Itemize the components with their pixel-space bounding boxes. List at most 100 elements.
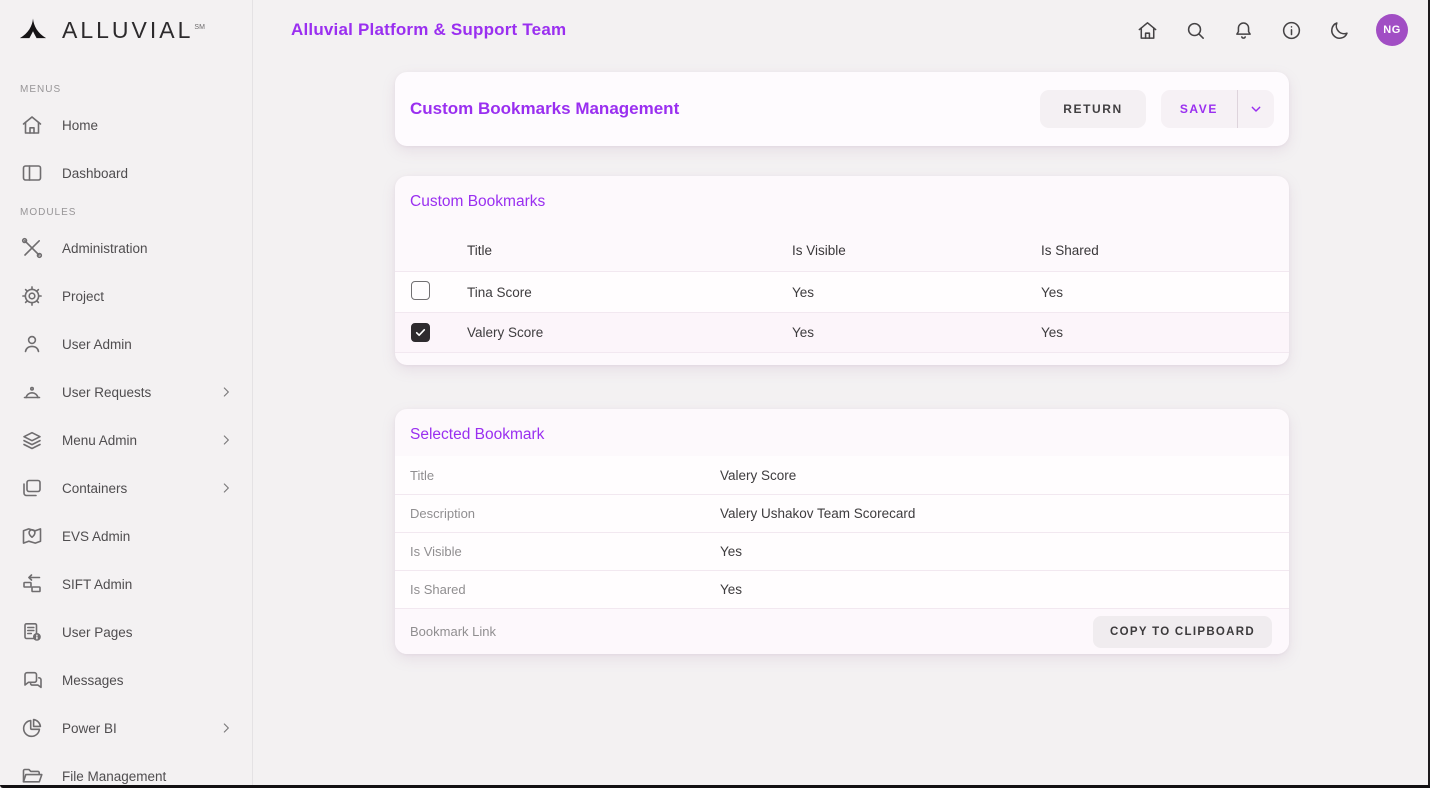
field-value: COPY TO CLIPBOARD	[720, 616, 1289, 648]
selected-bookmark-panel: Selected Bookmark TitleValery Score Descr…	[395, 409, 1289, 654]
table-cell-checkbox	[411, 323, 467, 342]
panel-title: Selected Bookmark	[395, 409, 1289, 456]
windows-icon	[20, 476, 44, 500]
table-header-is-visible: Is Visible	[792, 243, 1041, 258]
sidebar-collapse-toggle[interactable]	[216, 19, 238, 41]
sidebar-item-user-pages[interactable]: User Pages	[0, 608, 252, 656]
chat-icon	[20, 668, 44, 692]
sidebar-item-label: Project	[62, 289, 104, 304]
brand: ALLUVIALSM	[0, 0, 252, 60]
content-scroll[interactable]: Custom Bookmarks Management RETURN SAVE	[254, 60, 1430, 788]
sidebar-item-label: Dashboard	[62, 166, 128, 181]
sidebar-item-label: User Pages	[62, 625, 133, 640]
sidebar-item-label: User Requests	[62, 385, 151, 400]
table-cell-is-visible: Yes	[792, 285, 1041, 300]
alluvial-logo-icon	[18, 15, 48, 45]
topbar-search-button[interactable]	[1178, 13, 1212, 47]
brand-name: ALLUVIALSM	[62, 17, 205, 44]
header-actions: RETURN SAVE	[1040, 90, 1274, 128]
topbar-home-button[interactable]	[1130, 13, 1164, 47]
sidebar-item-power-bi[interactable]: Power BI	[0, 704, 252, 752]
field-label: Bookmark Link	[410, 624, 720, 639]
save-split-button: SAVE	[1161, 90, 1274, 128]
field-value: Valery Ushakov Team Scorecard	[720, 506, 1289, 521]
bookmarks-tbody: Tina ScoreYesYesValery ScoreYesYes	[395, 271, 1289, 353]
tools-icon	[20, 236, 44, 260]
sidebar-item-home[interactable]: Home	[0, 101, 252, 149]
row-checkbox[interactable]	[411, 281, 430, 300]
table-cell-title: Valery Score	[467, 325, 792, 340]
field-row: Is VisibleYes	[395, 532, 1289, 570]
sidebar-item-user-requests[interactable]: User Requests	[0, 368, 252, 416]
field-row: Bookmark Link COPY TO CLIPBOARD	[395, 608, 1289, 654]
table-cell-is-shared: Yes	[1041, 325, 1289, 340]
field-label: Title	[410, 468, 720, 483]
topbar-bell-button[interactable]	[1226, 13, 1260, 47]
sidebar-item-label: Menu Admin	[62, 433, 137, 448]
sidebar-item-evs-admin[interactable]: EVS Admin	[0, 512, 252, 560]
moon-icon	[1328, 19, 1351, 42]
home-icon	[1136, 19, 1159, 42]
table-row[interactable]: Tina ScoreYesYes	[395, 271, 1289, 312]
sidebar: ALLUVIALSM MENUSHomeDashboardMODULESAdmi…	[0, 0, 253, 788]
copy-to-clipboard-button[interactable]: COPY TO CLIPBOARD	[1093, 616, 1272, 648]
home-icon	[20, 113, 44, 137]
topbar: Alluvial Platform & Support Team NG	[254, 0, 1430, 60]
sidebar-item-sift-admin[interactable]: SIFT Admin	[0, 560, 252, 608]
save-button[interactable]: SAVE	[1161, 90, 1237, 128]
table-header-is-shared: Is Shared	[1041, 243, 1289, 258]
field-row: Is SharedYes	[395, 570, 1289, 608]
layers-icon	[20, 428, 44, 452]
bell-icon	[1232, 19, 1255, 42]
sidebar-item-messages[interactable]: Messages	[0, 656, 252, 704]
sidebar-item-label: EVS Admin	[62, 529, 130, 544]
chevron-right-icon	[218, 432, 234, 448]
sidebar-item-label: Home	[62, 118, 98, 133]
selected-fields: TitleValery Score DescriptionValery Ushak…	[395, 456, 1289, 654]
table-cell-is-shared: Yes	[1041, 285, 1289, 300]
sidebar-item-label: Power BI	[62, 721, 117, 736]
sidebar-item-administration[interactable]: Administration	[0, 224, 252, 272]
sidebar-nav: MENUSHomeDashboardMODULESAdministrationP…	[0, 60, 252, 788]
field-row: TitleValery Score	[395, 456, 1289, 494]
sidebar-item-dashboard[interactable]: Dashboard	[0, 149, 252, 197]
user-avatar[interactable]: NG	[1376, 14, 1408, 46]
map-pin-icon	[20, 524, 44, 548]
table-row[interactable]: Valery ScoreYesYes	[395, 312, 1289, 353]
sidebar-item-user-admin[interactable]: User Admin	[0, 320, 252, 368]
page-header-card: Custom Bookmarks Management RETURN SAVE	[395, 72, 1289, 146]
page-title: Custom Bookmarks Management	[410, 99, 679, 119]
table-header-title: Title	[467, 243, 792, 258]
chevron-right-icon	[218, 384, 234, 400]
topbar-info-button[interactable]	[1274, 13, 1308, 47]
search-icon	[1184, 19, 1207, 42]
doc-info-icon	[20, 620, 44, 644]
chevron-right-icon	[218, 720, 234, 736]
field-value: Valery Score	[720, 468, 1289, 483]
save-options-button[interactable]	[1238, 90, 1274, 128]
nav-section-label: MENUS	[0, 74, 252, 101]
row-checkbox[interactable]	[411, 323, 430, 342]
sidebar-item-label: Messages	[62, 673, 124, 688]
sidebar-item-label: SIFT Admin	[62, 577, 132, 592]
sidebar-item-file-management[interactable]: File Management	[0, 752, 252, 788]
table-cell-is-visible: Yes	[792, 325, 1041, 340]
cloche-icon	[20, 380, 44, 404]
sidebar-item-containers[interactable]: Containers	[0, 464, 252, 512]
table-header-row: Title Is Visible Is Shared	[395, 229, 1289, 271]
topbar-moon-button[interactable]	[1322, 13, 1356, 47]
field-label: Description	[410, 506, 720, 521]
sidebar-item-menu-admin[interactable]: Menu Admin	[0, 416, 252, 464]
chevron-right-icon	[218, 480, 234, 496]
flow-icon	[20, 572, 44, 596]
field-value: Yes	[720, 544, 1289, 559]
sidebar-item-project[interactable]: Project	[0, 272, 252, 320]
return-button[interactable]: RETURN	[1040, 90, 1146, 128]
sidebar-item-label: Administration	[62, 241, 148, 256]
field-label: Is Visible	[410, 544, 720, 559]
table-cell-title: Tina Score	[467, 285, 792, 300]
user-icon	[20, 332, 44, 356]
brand-trademark: SM	[194, 24, 205, 31]
chevron-down-icon	[1248, 101, 1264, 117]
sidebar-item-label: Containers	[62, 481, 127, 496]
